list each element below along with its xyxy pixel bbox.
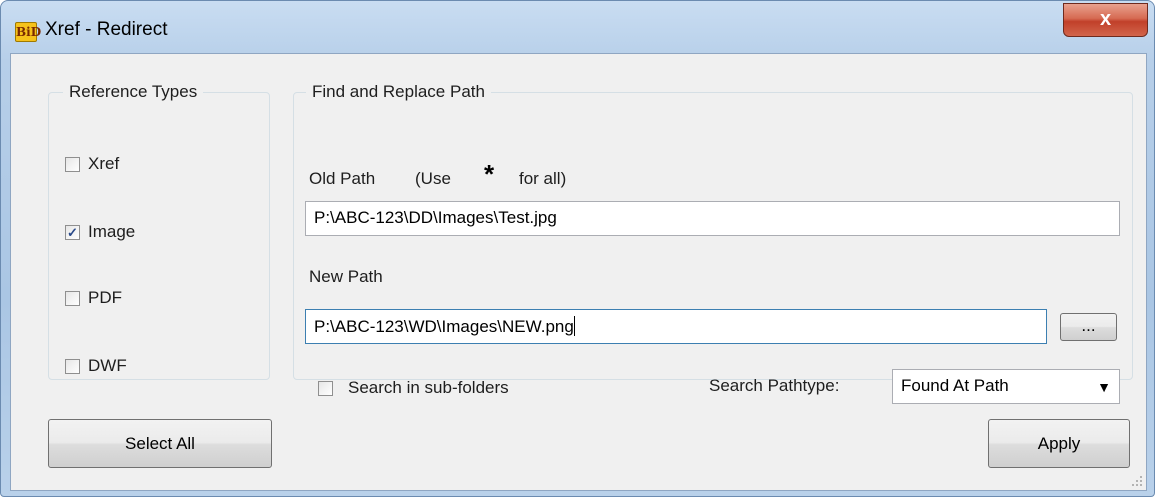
- checkbox-box[interactable]: [318, 380, 333, 396]
- wildcard-star: *: [484, 159, 495, 189]
- apply-button[interactable]: Apply: [988, 419, 1130, 468]
- old-path-input[interactable]: P:\ABC-123\DD\Images\Test.jpg: [305, 201, 1120, 236]
- pathtype-label: Search Pathtype:: [709, 376, 840, 395]
- dialog-window: BiD Xref - Redirect x Reference Types Xr…: [0, 0, 1155, 497]
- select-all-label: Select All: [125, 434, 195, 453]
- dialog-client-area: Reference Types Xref ✓ Image PDF DWF Fin…: [10, 53, 1147, 491]
- checkbox-box[interactable]: ✓: [65, 224, 80, 240]
- old-path-hint-prefix: (Use: [415, 169, 451, 188]
- resize-grip-icon[interactable]: [1131, 475, 1143, 487]
- checkbox-label: Image: [88, 222, 136, 241]
- apply-label: Apply: [1037, 434, 1081, 453]
- window-title: Xref - Redirect: [45, 19, 168, 40]
- new-path-value: P:\ABC-123\WD\Images\NEW.png: [314, 317, 574, 336]
- old-path-label: Old Path: [309, 169, 376, 188]
- checkbox-image[interactable]: ✓ Image: [65, 222, 135, 242]
- reference-types-group: Reference Types Xref ✓ Image PDF DWF: [48, 82, 270, 380]
- checkbox-label: PDF: [88, 288, 122, 307]
- old-path-value: P:\ABC-123\DD\Images\Test.jpg: [314, 208, 557, 227]
- checkbox-label: Xref: [88, 154, 120, 173]
- checkbox-box[interactable]: [65, 290, 80, 306]
- checkbox-box[interactable]: [65, 156, 80, 172]
- pathtype-select[interactable]: Found At Path ▼: [892, 369, 1120, 404]
- checkbox-box[interactable]: [65, 358, 80, 374]
- checkbox-pdf[interactable]: PDF: [65, 288, 122, 308]
- browse-label: ...: [1081, 316, 1096, 335]
- find-replace-legend: Find and Replace Path: [312, 82, 485, 101]
- close-icon: x: [1099, 8, 1112, 30]
- close-button[interactable]: x: [1063, 3, 1148, 37]
- title-bar[interactable]: BiD Xref - Redirect x: [1, 1, 1154, 51]
- new-path-label: New Path: [309, 267, 383, 286]
- browse-button[interactable]: ...: [1060, 313, 1117, 341]
- select-all-button[interactable]: Select All: [48, 419, 272, 468]
- checkbox-dwf[interactable]: DWF: [65, 356, 127, 376]
- checkbox-label: Search in sub-folders: [348, 378, 509, 397]
- chevron-down-icon[interactable]: ▼: [1097, 379, 1111, 395]
- checkbox-search-subfolders[interactable]: Search in sub-folders: [318, 378, 509, 398]
- checkbox-label: DWF: [88, 356, 127, 375]
- app-logo-icon: BiD: [15, 22, 41, 42]
- reference-types-legend: Reference Types: [69, 82, 198, 101]
- find-replace-group: Find and Replace Path Old Path (Use * fo…: [293, 82, 1133, 404]
- old-path-hint-suffix: for all): [519, 169, 567, 188]
- text-caret: [573, 316, 575, 336]
- checkbox-xref[interactable]: Xref: [65, 154, 119, 174]
- new-path-input[interactable]: P:\ABC-123\WD\Images\NEW.png: [305, 309, 1047, 344]
- pathtype-value: Found At Path: [901, 376, 1009, 395]
